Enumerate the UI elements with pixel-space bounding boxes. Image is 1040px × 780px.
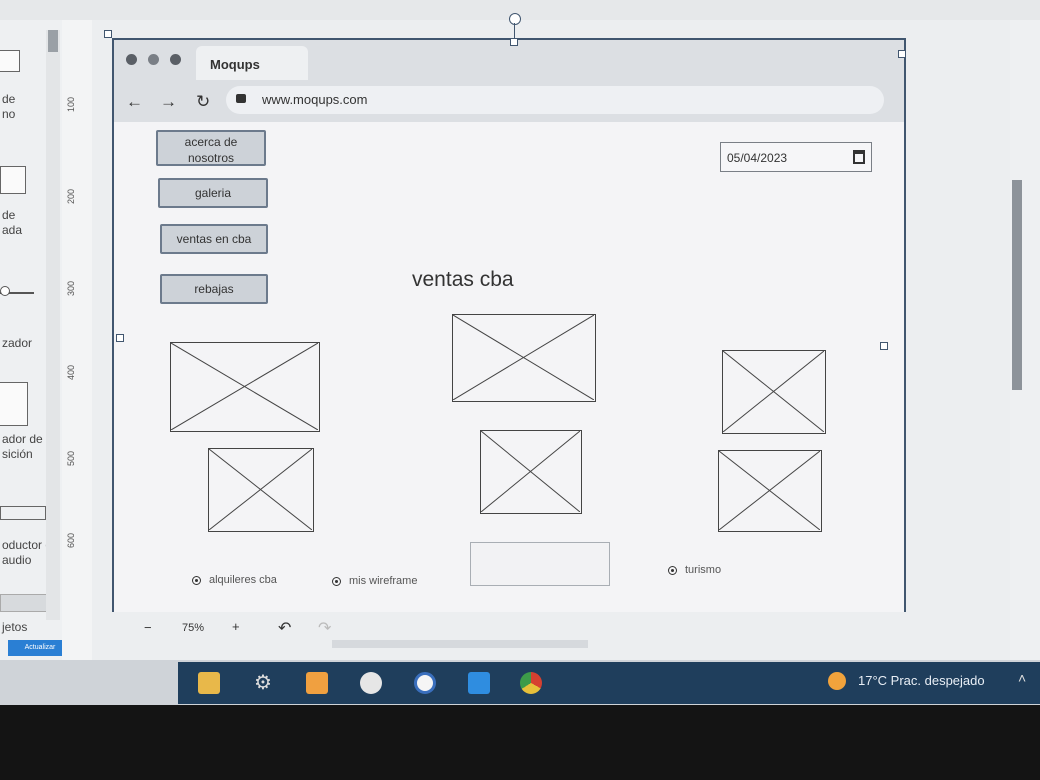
vscode-icon[interactable] [468,672,490,694]
tray-chevron-icon[interactable]: ˄ [1018,670,1026,686]
page-heading: ventas cba [412,268,514,291]
redo-icon[interactable]: ↷ [318,618,331,638]
panel-item-label: de ada [2,208,23,237]
panel-item-label: ador de sición [2,432,43,461]
panel-scroll-thumb[interactable] [48,30,58,52]
file-explorer-icon[interactable] [198,672,220,694]
monitor-screen: de no de ada zador ador de sición oducto… [0,0,1040,705]
undo-icon[interactable]: ↶ [278,618,291,638]
panel-item-label: zador [2,336,33,350]
nav-button-galeria[interactable]: galeria [158,178,268,208]
panel-item-label: jetos [2,620,28,634]
image-placeholder[interactable] [170,342,320,432]
slider-knob[interactable] [0,286,10,296]
browser-chrome: Moqups ← → ↻ www.moqups.com [114,40,904,122]
resize-handle[interactable] [510,38,518,46]
stepper-shape[interactable] [0,166,26,194]
rotate-handle[interactable] [509,13,521,25]
panel-dropdown[interactable] [0,594,50,612]
resize-handle[interactable] [116,334,124,342]
monitor-bezel [0,705,1040,780]
radio-selected-icon[interactable] [332,576,341,586]
ruler-tick-label: 500 [66,450,76,466]
panel-top-button[interactable] [0,50,20,72]
tab-title: Moqups [210,57,260,72]
weather-text[interactable]: 17°C Prac. despejado [858,673,985,688]
vertical-ruler: 100 200 300 400 500 600 [62,20,93,660]
nav-button-ventas[interactable]: ventas en cba [160,224,268,254]
zoom-level: 75% [182,622,205,634]
ruler-tick-label: 400 [66,364,76,380]
url-bar[interactable]: www.moqups.com [226,86,884,114]
weather-icon[interactable] [828,672,846,690]
date-picker[interactable]: 05/04/2023 [720,142,872,172]
canvas-scrollbar[interactable] [1012,180,1022,390]
url-text: www.moqups.com [262,92,368,107]
image-placeholder-shape[interactable] [0,382,28,426]
calendar-icon[interactable] [853,150,865,164]
ruler-tick-label: 200 [66,188,76,204]
browser-wireframe[interactable]: Moqups ← → ↻ www.moqups.com acerca de no… [112,38,906,624]
nav-button-rebajas[interactable]: rebajas [160,274,268,304]
resize-handle[interactable] [880,342,888,350]
image-placeholder[interactable] [208,448,314,532]
image-placeholder[interactable] [452,314,596,402]
radio-alquileres[interactable]: alquileres cba [192,574,277,586]
nav-button-acerca[interactable]: acerca de nosotros [156,130,266,166]
bottom-toolbar: − 75% + ↶ ↷ [92,612,1010,648]
panel-scrollbar[interactable] [46,30,60,620]
ruler-tick-label: 100 [66,96,76,112]
window-dot-minimize [148,54,159,65]
browser-tab[interactable]: Moqups [196,46,308,80]
zoom-in-button[interactable]: + [232,619,240,634]
back-arrow-icon[interactable]: ← [126,92,143,112]
resize-handle[interactable] [898,50,906,58]
sticky-notes-icon[interactable] [306,672,328,694]
panel-item-label: de no [2,92,16,121]
emoji-icon[interactable] [360,672,382,694]
image-placeholder[interactable] [722,350,826,434]
image-placeholder[interactable] [480,430,582,514]
lock-icon [236,94,246,103]
radio-mis-wireframe[interactable]: mis wireframe [332,575,417,587]
image-placeholder[interactable] [718,450,822,532]
reload-icon[interactable]: ↻ [196,92,210,112]
audio-player-shape[interactable] [0,506,46,520]
zoom-out-button[interactable]: − [144,620,152,635]
resize-handle[interactable] [104,30,112,38]
radio-label: mis wireframe [349,575,418,587]
settings-icon[interactable]: ⚙ [252,672,274,694]
radio-label: turismo [685,564,722,576]
radio-selected-icon[interactable] [192,575,201,585]
ruler-tick-label: 600 [66,532,76,548]
rotate-handle-stem [514,23,515,39]
ruler-tick-label: 300 [66,280,76,296]
radio-label: alquileres cba [209,574,277,586]
windows-taskbar: ⚙ 17°C Prac. despejado ˄ [178,662,1040,704]
window-dot-maximize [170,54,181,65]
chrome-icon[interactable] [520,672,542,694]
remote-app-icon[interactable] [414,672,436,694]
window-dot-close [126,54,137,65]
date-value: 05/04/2023 [727,151,788,165]
radio-turismo[interactable]: turismo [668,564,721,576]
radio-selected-icon[interactable] [668,565,677,575]
forward-arrow-icon[interactable]: → [160,92,177,112]
text-area[interactable] [470,542,610,586]
horizontal-scrollbar[interactable] [332,640,588,648]
